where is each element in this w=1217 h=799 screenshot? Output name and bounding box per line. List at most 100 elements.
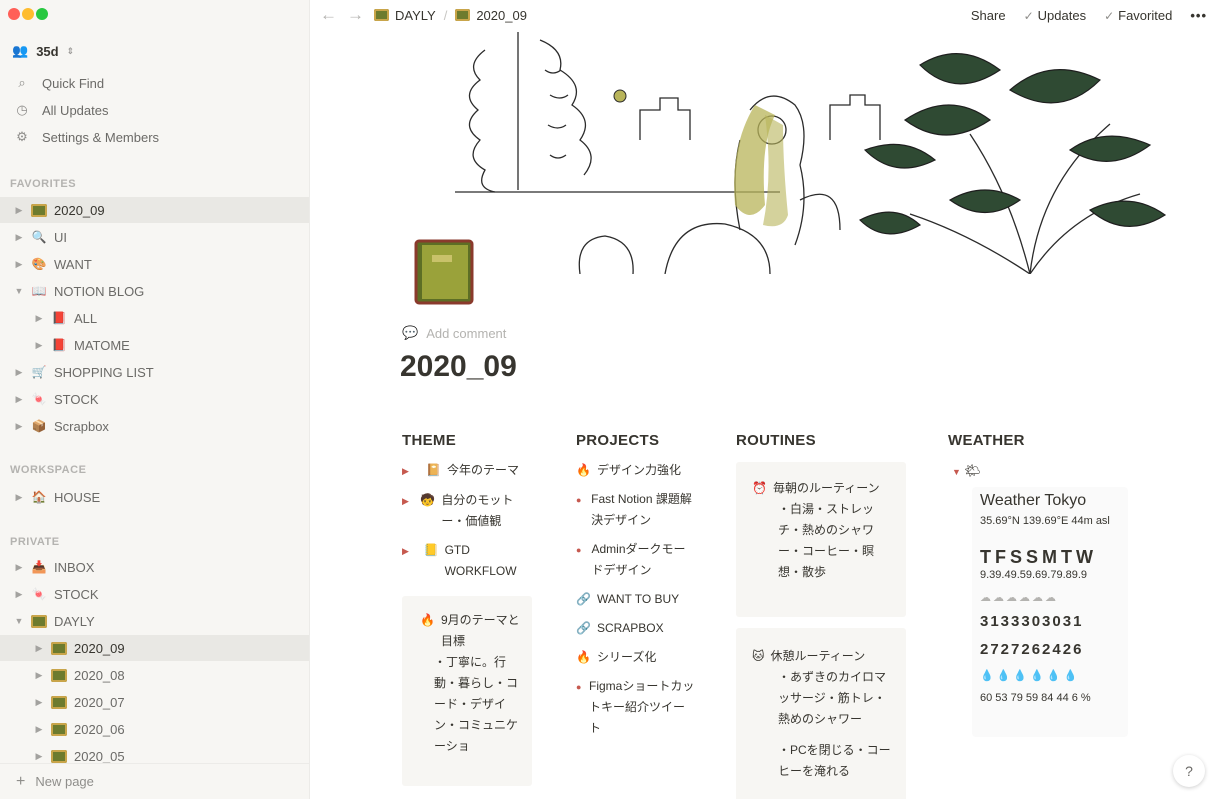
triangle-right-icon[interactable]: ▶ <box>12 367 26 378</box>
page-emoji-icon: 📦 <box>31 419 47 433</box>
sidebar-item-2020-09[interactable]: ▶ 2020_09 <box>0 197 309 223</box>
toggle-item[interactable]: ▶ 🧒 自分のモットー・価値観 <box>402 490 532 532</box>
sidebar-item-label: 2020_06 <box>74 721 125 737</box>
sidebar-item-label: INBOX <box>54 559 95 575</box>
link-label: WANT TO BUY <box>596 592 680 606</box>
search-icon: ⌕ <box>18 75 26 90</box>
sidebar-item-label: 2020_05 <box>74 748 125 764</box>
triangle-right-icon[interactable]: ▶ <box>12 205 26 216</box>
plus-icon: + <box>16 772 26 790</box>
sidebar-item-dayly[interactable]: ▼ DAYLY <box>0 608 309 634</box>
breadcrumb-label: 2020_09 <box>476 7 527 23</box>
breadcrumb-item-dayly[interactable]: DAYLY <box>374 8 436 23</box>
updates-button[interactable]: ✓ Updates <box>1024 8 1086 23</box>
toggle-item[interactable]: ▶ 📔 今年のテーマ <box>402 460 532 482</box>
link-item[interactable]: 🔗 WANT TO BUY <box>576 589 696 610</box>
break-routine-card[interactable]: 🐱 休憩ルーティーン ・あずきのカイロマッサージ・筋トレ・熱めのシャワー ・PC… <box>736 628 906 799</box>
workspace-switcher[interactable]: 👥 35d ⇕ <box>12 40 74 62</box>
folder-icon <box>51 749 67 763</box>
nav-label: All Updates <box>42 102 109 118</box>
toggle-item[interactable]: 🔥 シリーズ化 <box>576 647 696 668</box>
triangle-right-icon[interactable]: ▶ <box>12 492 26 503</box>
notebook-icon: 📔 <box>426 463 441 477</box>
folder-icon <box>455 9 471 21</box>
triangle-right-icon[interactable]: ▶ <box>32 313 46 324</box>
page-emoji-icon: 🛒 <box>31 365 47 379</box>
quick-find-button[interactable]: ⌕ Quick Find <box>12 72 104 94</box>
link-item[interactable]: 🔗 SCRAPBOX <box>576 618 696 639</box>
page-emoji-icon: 🍬 <box>31 587 47 601</box>
card-text: ・丁寧に。行動・暮らし・コード・デザイン・コミュニケーショ <box>434 655 519 753</box>
morning-routine-card[interactable]: ⏰ 毎朝のルーティーン ・白湯・ストレッチ・熱めのシャワー・コーヒー・瞑想・散歩 <box>736 462 906 617</box>
bullet-icon: ● <box>576 545 582 555</box>
card-text: ・PCを閉じる・コーヒーを淹れる <box>778 743 891 778</box>
close-window-button[interactable] <box>8 8 20 20</box>
sidebar-item-label: HOUSE <box>54 489 101 505</box>
triangle-right-icon[interactable]: ▶ <box>32 670 46 681</box>
page-icon <box>50 695 68 710</box>
triangle-right-icon[interactable]: ▶ <box>12 421 26 432</box>
breadcrumb-item-current[interactable]: 2020_09 <box>455 8 527 23</box>
triangle-right-icon: ▶ <box>402 466 409 476</box>
sidebar-item-matome[interactable]: ▶ 📕 MATOME <box>0 332 309 358</box>
bullet-icon: ● <box>576 682 582 692</box>
sun-cloud-icon: 🌤 <box>964 463 981 478</box>
bullet-item[interactable]: ● Adminダークモードデザイン <box>576 539 696 581</box>
triangle-right-icon[interactable]: ▶ <box>12 259 26 270</box>
page-emoji-icon: 📕 <box>51 311 67 325</box>
sidebar-item-all[interactable]: ▶ 📕 ALL <box>0 305 309 331</box>
weather-temps: 9.39.49.59.69.79.89.9 <box>980 569 1088 581</box>
triangle-right-icon[interactable]: ▶ <box>32 697 46 708</box>
triangle-right-icon[interactable]: ▶ <box>32 340 46 351</box>
all-updates-button[interactable]: ◷ All Updates <box>12 99 108 121</box>
weather-widget[interactable]: Weather Tokyo 35.69°N 139.69°E 44m asl T… <box>972 487 1128 737</box>
theme-card[interactable]: 🔥 9月のテーマと目標 ・丁寧に。行動・暮らし・コード・デザイン・コミュニケーシ… <box>402 596 532 786</box>
help-button[interactable]: ? <box>1173 755 1205 787</box>
share-button[interactable]: Share <box>971 8 1006 23</box>
sidebar-item-2020-08[interactable]: ▶ 2020_08 <box>0 662 309 688</box>
favorited-label: Favorited <box>1118 7 1173 23</box>
add-comment-button[interactable]: 💬 Add comment <box>402 325 506 341</box>
toggle-item[interactable]: ▶ 📒 GTD WORKFLOW <box>402 540 532 582</box>
triangle-down-icon[interactable]: ▼ <box>12 286 26 296</box>
sidebar-item-notion-blog[interactable]: ▼ 📖 NOTION BLOG <box>0 278 309 304</box>
sidebar-item-inbox[interactable]: ▶ 📥 INBOX <box>0 554 309 580</box>
triangle-right-icon[interactable]: ▶ <box>12 232 26 243</box>
triangle-right-icon[interactable]: ▶ <box>12 394 26 405</box>
page-title[interactable]: 2020_09 <box>400 350 517 384</box>
sidebar-item-ui[interactable]: ▶ 🔍 UI <box>0 224 309 250</box>
sidebar-item-2020-07[interactable]: ▶ 2020_07 <box>0 689 309 715</box>
toggle-item[interactable]: 🔥 デザイン力強化 <box>576 460 696 481</box>
settings-members-button[interactable]: ⚙ Settings & Members <box>12 126 159 148</box>
triangle-right-icon[interactable]: ▶ <box>32 724 46 735</box>
folder-icon <box>31 614 47 628</box>
triangle-right-icon[interactable]: ▶ <box>12 589 26 600</box>
weather-low-temps: 2727262426 <box>980 641 1084 658</box>
sidebar-item-want[interactable]: ▶ 🎨 WANT <box>0 251 309 277</box>
minimize-window-button[interactable] <box>22 8 34 20</box>
more-options-button[interactable]: ••• <box>1190 8 1207 23</box>
page-icon[interactable] <box>410 235 480 307</box>
back-arrow-icon[interactable]: ← <box>320 5 337 25</box>
bullet-item[interactable]: ● Figmaショートカットキー紹介ツイート <box>576 676 696 739</box>
weather-toggle[interactable]: ▼ 🌤 <box>952 460 981 483</box>
triangle-down-icon[interactable]: ▼ <box>12 616 26 626</box>
sidebar-item-2020-06[interactable]: ▶ 2020_06 <box>0 716 309 742</box>
card-text: ・あずきのカイロマッサージ・筋トレ・熱めのシャワー <box>778 670 887 726</box>
favorited-button[interactable]: ✓ Favorited <box>1104 8 1172 23</box>
new-page-button[interactable]: + New page <box>0 763 309 799</box>
maximize-window-button[interactable] <box>36 8 48 20</box>
triangle-right-icon[interactable]: ▶ <box>12 562 26 573</box>
sidebar-item-stock[interactable]: ▶ 🍬 STOCK <box>0 581 309 607</box>
forward-arrow-icon[interactable]: → <box>347 5 364 25</box>
triangle-right-icon[interactable]: ▶ <box>32 643 46 654</box>
triangle-right-icon[interactable]: ▶ <box>32 751 46 762</box>
sidebar-item-shopping-list[interactable]: ▶ 🛒 SHOPPING LIST <box>0 359 309 385</box>
gear-icon: ⚙ <box>16 129 28 144</box>
sidebar-item-scrapbox[interactable]: ▶ 📦 Scrapbox <box>0 413 309 439</box>
bullet-item[interactable]: ● Fast Notion 課題解決デザイン <box>576 489 696 531</box>
sidebar-item-stock[interactable]: ▶ 🍬 STOCK <box>0 386 309 412</box>
sidebar-item-house[interactable]: ▶ 🏠 HOUSE <box>0 484 309 510</box>
sidebar-item-2020-09[interactable]: ▶ 2020_09 <box>0 635 309 661</box>
weather-days: TFSSMTW <box>980 547 1097 567</box>
